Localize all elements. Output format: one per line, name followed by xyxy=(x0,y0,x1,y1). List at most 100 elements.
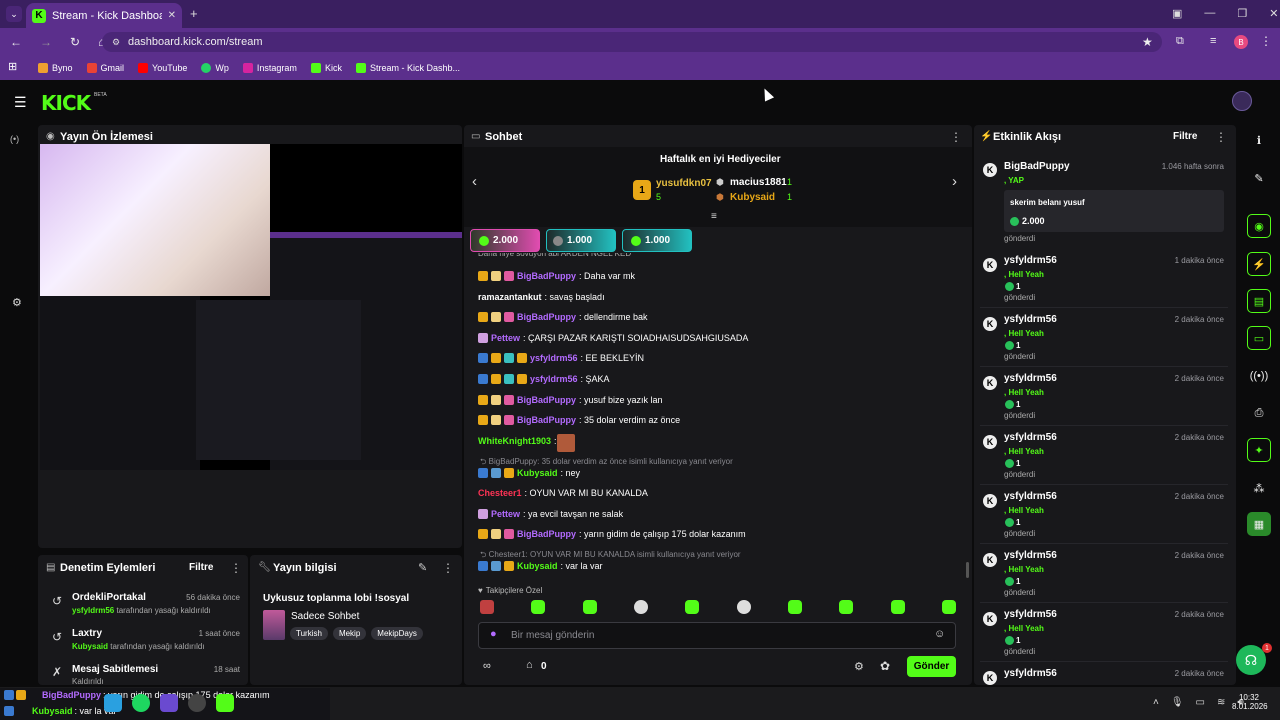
emote-icon[interactable] xyxy=(531,600,546,614)
minimize-icon[interactable]: — xyxy=(1204,7,1215,20)
sidebar-icon[interactable]: ▣ xyxy=(1172,7,1182,20)
chat-username[interactable]: ysfyldrm56 xyxy=(530,353,578,363)
mod-item-title[interactable]: Laxtry xyxy=(72,628,102,639)
event-username[interactable]: ysfyldrm56 xyxy=(1004,432,1057,443)
moderation-filter-button[interactable]: Filtre xyxy=(189,562,213,573)
preview-settings-gear-icon[interactable]: ⚙ xyxy=(12,296,22,309)
activity-more-icon[interactable]: ⋮ xyxy=(1215,130,1227,144)
bookmark-wp[interactable]: Wp xyxy=(201,63,229,73)
emote-icon[interactable] xyxy=(839,600,854,614)
bookmark-star-icon[interactable]: ★ xyxy=(1142,35,1153,49)
url-field[interactable]: dashboard.kick.com/stream xyxy=(102,32,1162,52)
browser-tab[interactable]: K Stream - Kick Dashboard ✕ xyxy=(26,3,182,28)
printer-icon[interactable]: ⎙ xyxy=(1247,401,1271,425)
emote-icon[interactable] xyxy=(480,600,494,614)
hamburger-menu-icon[interactable]: ☰ xyxy=(14,94,27,111)
activity-filter-button[interactable]: Filtre xyxy=(1173,131,1197,142)
event-username[interactable]: ysfyldrm56 xyxy=(1004,609,1057,620)
chat-scrollbar[interactable] xyxy=(966,562,969,578)
chat-username[interactable]: BigBadPuppy xyxy=(517,395,576,405)
bookmark-byno[interactable]: Byno xyxy=(38,63,73,73)
app-taskbar-icon[interactable] xyxy=(160,694,178,712)
collapse-gifters-icon[interactable]: ≡ xyxy=(711,211,717,222)
emote-tab[interactable]: ♥ Takipçilere Özel xyxy=(478,586,542,595)
maximize-icon[interactable]: ❐ xyxy=(1237,7,1247,20)
chat-message-input[interactable]: Bir mesaj gönderin xyxy=(478,622,956,649)
event-username[interactable]: ysfyldrm56 xyxy=(1004,668,1057,679)
mod-item-title[interactable]: Mesaj Sabitlemesi xyxy=(72,664,158,675)
event-username[interactable]: ysfyldrm56 xyxy=(1004,550,1057,561)
channel-points-icon[interactable]: ∞ xyxy=(483,660,491,672)
apps-grid-icon[interactable]: ⊞ xyxy=(8,60,17,73)
event-username[interactable]: BigBadPuppy xyxy=(1004,161,1070,172)
event-username[interactable]: ysfyldrm56 xyxy=(1004,373,1057,384)
emote-icon[interactable] xyxy=(890,600,905,614)
chat-settings-icon[interactable]: ⚙ xyxy=(854,660,864,673)
mod-actor[interactable]: Kubysaid xyxy=(72,642,108,651)
new-tab-icon[interactable]: + xyxy=(190,6,198,21)
broadcast-icon[interactable]: ((•)) xyxy=(1247,364,1271,388)
tab-close-icon[interactable]: ✕ xyxy=(168,10,176,21)
chat-username[interactable]: ramazantankut xyxy=(478,292,542,302)
emote-icon[interactable] xyxy=(633,600,648,614)
event-username[interactable]: ysfyldrm56 xyxy=(1004,314,1057,325)
site-info-icon[interactable]: ⚙ xyxy=(112,37,120,48)
gifters-next-chevron-icon[interactable]: › xyxy=(952,173,957,190)
tab-list-chevron-icon[interactable]: ⌄ xyxy=(6,6,22,22)
bookmark-instagram[interactable]: Instagram xyxy=(242,63,297,73)
moderation-more-icon[interactable]: ⋮ xyxy=(230,561,242,575)
chat-username[interactable]: BigBadPuppy xyxy=(517,415,576,425)
chat-username[interactable]: BigBadPuppy xyxy=(517,529,576,539)
chat-username[interactable]: BigBadPuppy xyxy=(517,271,576,281)
emote-icon[interactable] xyxy=(736,600,751,614)
third-gifter-name[interactable]: Kubysaid xyxy=(730,192,775,203)
mod-actor[interactable]: ysfyldrm56 xyxy=(72,606,114,615)
emote-icon[interactable] xyxy=(582,600,597,614)
tag-chip[interactable]: Turkish xyxy=(290,627,328,640)
pinned-gift-3[interactable]: 1.000 xyxy=(622,229,692,252)
category-thumbnail[interactable] xyxy=(263,610,285,640)
reading-list-icon[interactable]: ≡ xyxy=(1210,35,1216,47)
obs-taskbar-icon[interactable] xyxy=(188,694,206,712)
extensions-icon[interactable]: ⧉ xyxy=(1176,35,1184,48)
emote-icon[interactable] xyxy=(941,600,956,614)
gifters-prev-chevron-icon[interactable]: ‹ xyxy=(472,173,477,190)
tray-mic-icon[interactable]: 🎙︎ xyxy=(1171,697,1184,708)
send-button[interactable]: Gönder xyxy=(907,656,956,677)
tag-chip[interactable]: MekipDays xyxy=(371,627,423,640)
chat-username[interactable]: WhiteKnight1903 xyxy=(478,436,551,446)
chat-more-icon[interactable]: ⋮ xyxy=(950,130,962,144)
shop-icon[interactable]: ⌂ xyxy=(526,659,533,671)
emote-icon[interactable] xyxy=(685,600,700,614)
add-widget-icon[interactable]: ▦ xyxy=(1247,512,1271,536)
taskbar-clock[interactable]: 10:32 8.01.2026 xyxy=(1232,693,1268,711)
info-icon[interactable]: ℹ xyxy=(1247,128,1271,152)
second-gifter-name[interactable]: macius1881 xyxy=(730,177,787,188)
stream-category[interactable]: Sadece Sohbet xyxy=(291,611,359,622)
emoji-icon[interactable]: ☺ xyxy=(934,628,945,640)
sidebar-live-icon[interactable]: (•) xyxy=(10,134,19,144)
bookmark-stream[interactable]: Stream - Kick Dashb... xyxy=(355,63,460,73)
preview-toggle-icon[interactable]: ◉ xyxy=(1247,214,1271,238)
forward-icon[interactable]: → xyxy=(40,35,52,49)
tray-chevron-icon[interactable]: ˄ xyxy=(1153,697,1159,708)
bookmark-kick[interactable]: Kick xyxy=(310,63,342,73)
gift-icon[interactable]: ✿ xyxy=(880,659,890,673)
top-gifter-name[interactable]: yusufdkn07 xyxy=(656,178,712,189)
activity-toggle-icon[interactable]: ⚡ xyxy=(1247,252,1271,276)
tag-chip[interactable]: Mekip xyxy=(332,627,367,640)
microphone-icon[interactable]: ● xyxy=(490,628,497,640)
notes-toggle-icon[interactable]: ▤ xyxy=(1247,289,1271,313)
event-username[interactable]: ysfyldrm56 xyxy=(1004,491,1057,502)
back-icon[interactable]: ← xyxy=(10,35,22,49)
bookmark-youtube[interactable]: YouTube xyxy=(138,63,187,73)
mod-item-title[interactable]: OrdekliPortakal xyxy=(72,592,146,603)
chat-username[interactable]: ysfyldrm56 xyxy=(530,374,578,384)
chat-username[interactable]: Chesteer1 xyxy=(478,488,522,498)
chat-username[interactable]: Pettew xyxy=(491,509,520,519)
browser-menu-icon[interactable]: ⋮ xyxy=(1260,34,1272,48)
edit-icon[interactable]: ✎ xyxy=(1247,166,1271,190)
chat-toggle-icon[interactable]: ▭ xyxy=(1247,326,1271,350)
telegram-taskbar-icon[interactable] xyxy=(104,694,122,712)
kick-logo[interactable]: KICK xyxy=(41,91,91,115)
